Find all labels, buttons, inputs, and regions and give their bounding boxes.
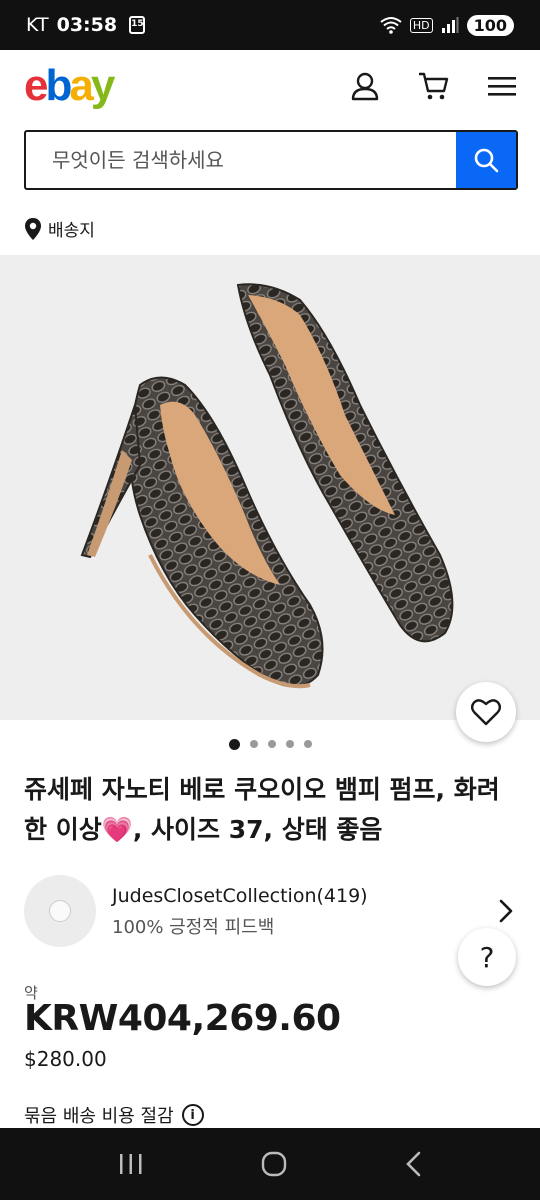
product-image-gallery[interactable] bbox=[0, 255, 540, 720]
search-button[interactable] bbox=[456, 132, 516, 188]
heart-icon bbox=[471, 699, 501, 726]
carousel-dot[interactable] bbox=[285, 740, 294, 748]
favorite-button[interactable] bbox=[456, 682, 516, 742]
price-usd: $280.00 bbox=[24, 1047, 107, 1071]
help-label: ? bbox=[479, 940, 495, 974]
signal-icon bbox=[441, 17, 459, 33]
carousel-dot[interactable] bbox=[267, 740, 276, 748]
carousel-indicator bbox=[0, 739, 540, 750]
logo-letter: e bbox=[24, 61, 49, 110]
location-pin-icon bbox=[25, 217, 41, 240]
wifi-icon bbox=[380, 17, 402, 34]
logo-letter: a bbox=[69, 61, 94, 110]
ebay-logo[interactable]: ebay bbox=[24, 61, 116, 110]
listing-title: 쥬세페 자노티 베로 쿠오이오 뱀피 펌프, 화려한 이상💗, 사이즈 37, … bbox=[24, 775, 500, 844]
status-bar: KT 03:58 15 HD 100 bbox=[0, 0, 540, 50]
carousel-dot[interactable] bbox=[228, 739, 240, 750]
carousel-dot[interactable] bbox=[249, 740, 258, 748]
logo-letter: y bbox=[90, 61, 116, 110]
seller-card[interactable]: JudesClosetCollection(419) 100% 긍정적 피드백 bbox=[24, 875, 519, 947]
product-image bbox=[80, 283, 454, 689]
search-input[interactable] bbox=[26, 132, 456, 188]
help-button[interactable]: ? bbox=[458, 928, 516, 986]
network-label: HD bbox=[409, 17, 433, 33]
search-icon bbox=[474, 148, 499, 173]
cart-icon[interactable] bbox=[418, 71, 450, 101]
battery-indicator: 100 bbox=[466, 14, 514, 36]
account-icon[interactable] bbox=[350, 71, 380, 101]
info-icon: i bbox=[181, 1104, 204, 1126]
seller-name: JudesClosetCollection(419) bbox=[112, 885, 368, 907]
calendar-icon: 15 bbox=[129, 16, 146, 34]
bundle-label: 묶음 배송 비용 절감 bbox=[24, 1106, 174, 1127]
recent-apps-icon[interactable] bbox=[118, 1152, 144, 1176]
seller-avatar bbox=[24, 875, 96, 947]
carrier-label: KT bbox=[26, 14, 49, 36]
menu-icon[interactable] bbox=[488, 75, 516, 97]
logo-letter: b bbox=[45, 61, 72, 110]
chevron-right-icon bbox=[499, 899, 513, 923]
price-krw: KRW404,269.60 bbox=[24, 998, 341, 1039]
back-icon[interactable] bbox=[404, 1151, 422, 1177]
bundle-savings[interactable]: 묶음 배송 비용 절감 i bbox=[24, 1102, 204, 1128]
ship-to[interactable]: 배송지 bbox=[24, 216, 95, 241]
status-time: 03:58 bbox=[56, 14, 118, 36]
ship-to-label: 배송지 bbox=[48, 221, 95, 241]
seller-feedback: 100% 긍정적 피드백 bbox=[112, 917, 275, 938]
home-icon[interactable] bbox=[260, 1150, 288, 1178]
system-nav-bar bbox=[0, 1128, 540, 1200]
search-bar bbox=[24, 130, 518, 190]
carousel-dot[interactable] bbox=[303, 740, 312, 748]
app-header: ebay bbox=[0, 50, 540, 122]
